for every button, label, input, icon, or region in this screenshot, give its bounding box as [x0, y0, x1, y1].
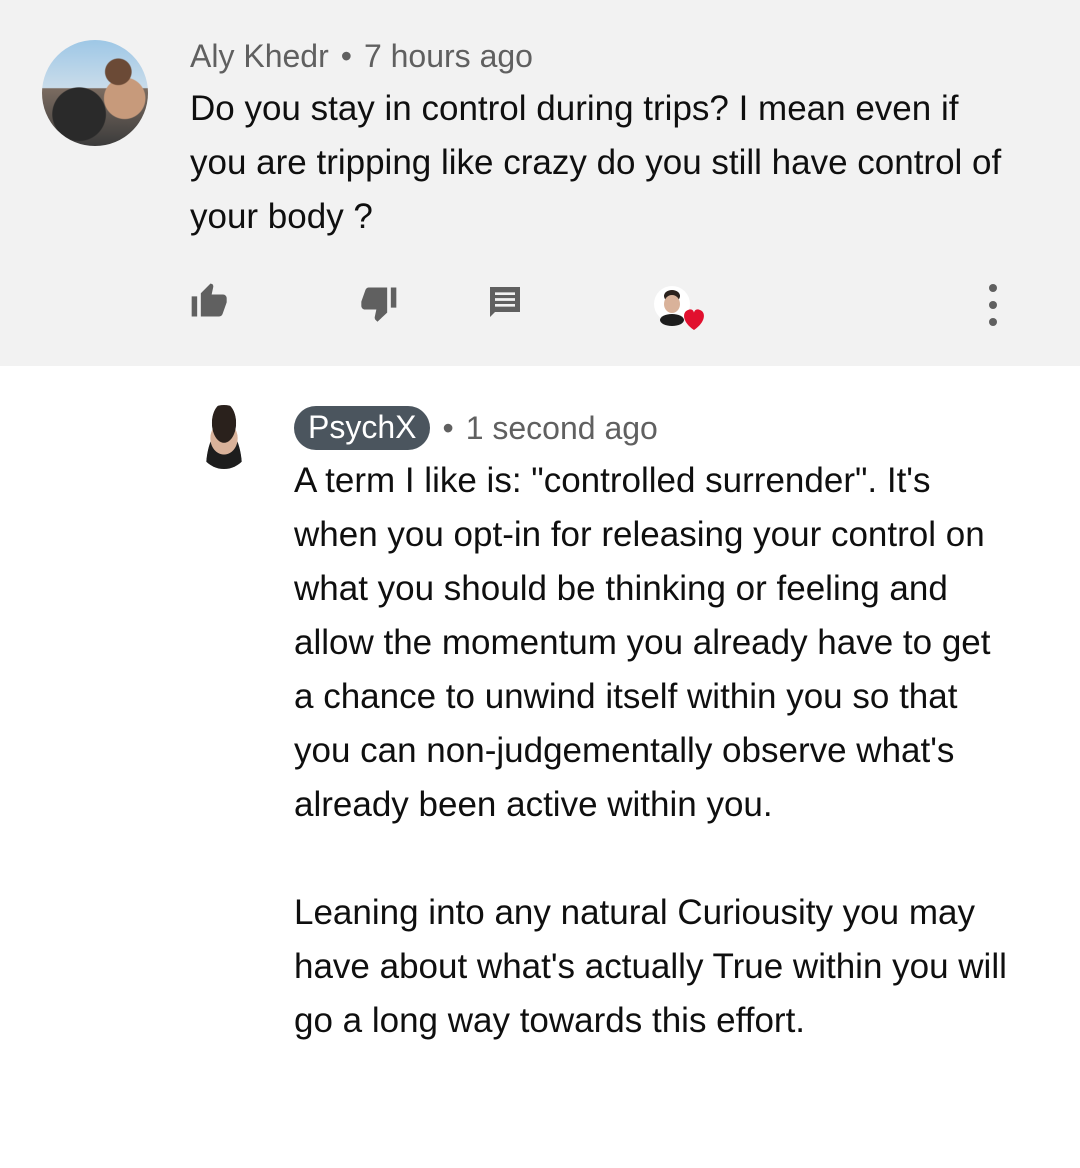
comment-author[interactable]: Aly Khedr — [190, 38, 329, 74]
comment-thread: Aly Khedr • 7 hours ago Do you stay in con… — [0, 0, 1080, 366]
creator-heart-icon — [654, 286, 704, 330]
meta-separator: • — [340, 38, 352, 74]
comment-time[interactable]: 7 hours ago — [364, 38, 533, 74]
reply-meta-separator: • — [442, 409, 454, 446]
commenter-avatar[interactable] — [42, 40, 148, 146]
reply-text: A term I like is: "controlled surrender"… — [294, 461, 1007, 1040]
comment-icon[interactable] — [485, 282, 525, 322]
thumb-down-icon[interactable] — [356, 282, 400, 326]
comment-actions — [0, 270, 1080, 330]
thumb-up-icon[interactable] — [188, 278, 232, 322]
more-vertical-icon[interactable] — [986, 280, 1000, 330]
reply-meta: PsychX • 1 second ago — [294, 406, 658, 450]
comment-meta: Aly Khedr • 7 hours ago — [190, 38, 533, 75]
reply-time[interactable]: 1 second ago — [466, 410, 658, 447]
reply-author-badge[interactable]: PsychX — [294, 406, 431, 450]
reply-author-avatar[interactable] — [196, 405, 252, 469]
comment-text: Do you stay in control during trips? I m… — [190, 89, 1002, 236]
